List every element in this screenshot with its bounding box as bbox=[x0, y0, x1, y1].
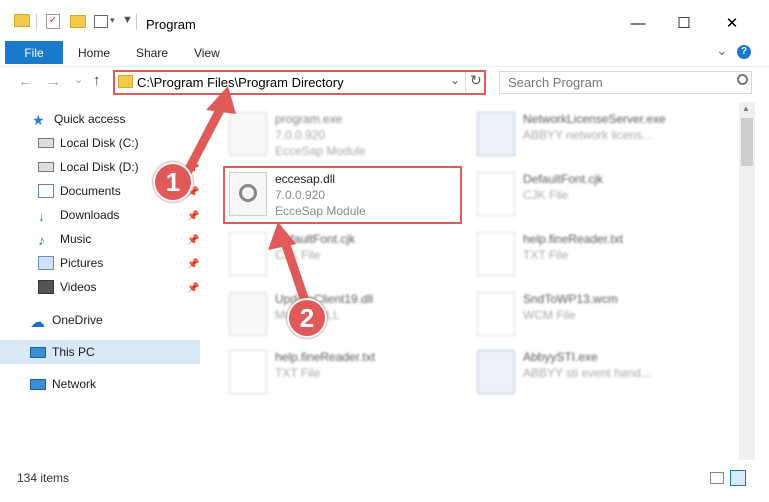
step-1-badge: 1 bbox=[153, 162, 193, 202]
arrow-1-head bbox=[206, 86, 236, 114]
annotation-arrows bbox=[181, 86, 311, 309]
arrow-1-shaft bbox=[181, 101, 227, 180]
step-2-badge: 2 bbox=[287, 298, 327, 338]
arrow-2-head bbox=[268, 222, 296, 250]
arrow-2-shaft bbox=[280, 237, 311, 309]
